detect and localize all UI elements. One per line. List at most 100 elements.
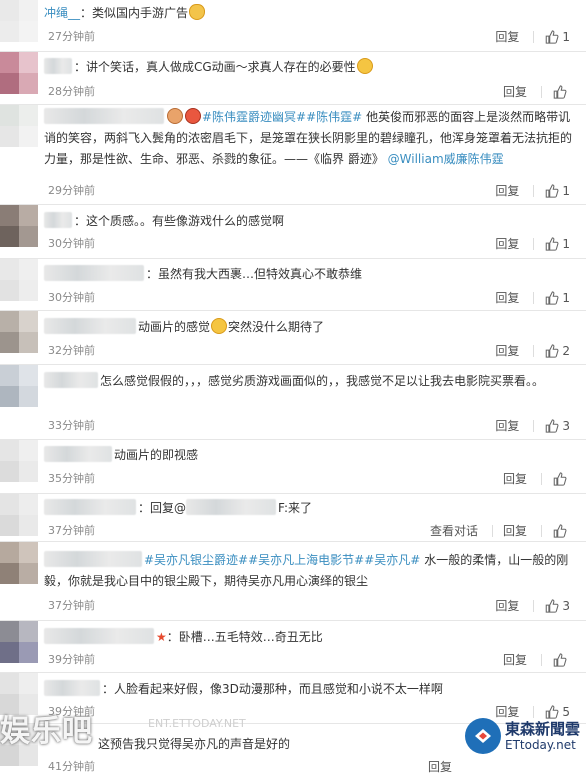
comment-list: 冲绳__：类似国内手游广告 27分钟前 回复 1 ：讲个笑话，真人做成CG动画～… — [0, 0, 586, 774]
timestamp: 27分钟前 — [48, 30, 95, 43]
reply-button[interactable]: 回复 — [503, 83, 527, 100]
emoji-icon — [189, 4, 206, 20]
avatar[interactable] — [0, 205, 38, 247]
ettoday-logo-icon — [464, 718, 501, 754]
blurred-username — [44, 551, 142, 567]
like-button[interactable]: 2 — [544, 344, 570, 358]
blurred-username — [44, 628, 154, 644]
avatar[interactable] — [0, 494, 38, 536]
like-count: 1 — [562, 236, 570, 251]
blurred-username — [44, 499, 136, 515]
timestamp: 37分钟前 — [48, 524, 95, 537]
like-button[interactable]: 3 — [544, 419, 570, 433]
thumbs-up-icon — [546, 598, 559, 613]
reply-button[interactable]: 回复 — [495, 182, 519, 199]
reply-button[interactable]: 回复 — [495, 417, 519, 434]
like-count: 1 — [562, 29, 570, 44]
timestamp: 41分钟前 — [48, 760, 95, 773]
avatar[interactable] — [0, 259, 38, 301]
blurred-username — [44, 58, 72, 74]
thumbs-up-icon — [546, 29, 559, 44]
comment-item: #陈伟霆爵迹幽冥##陈伟霆# 他英俊而邪恶的面容上是淡然而略带讥诮的笑容，两斜飞… — [0, 105, 586, 205]
comment-actions: 回复 — [503, 83, 570, 100]
blurred-username — [44, 212, 72, 228]
hashtag-link[interactable]: #陈伟霆# — [306, 110, 362, 124]
hashtag-link[interactable]: #陈伟霆爵迹幽冥# — [202, 110, 306, 124]
like-count: 1 — [562, 290, 570, 305]
reply-button[interactable]: 回复 — [495, 342, 519, 359]
like-button[interactable] — [552, 471, 570, 486]
hashtag-link[interactable]: #吴亦凡上海电影节# — [248, 553, 364, 567]
watermark-logo-left: 娱乐吧 — [0, 714, 93, 749]
reply-button[interactable]: 回复 — [495, 28, 519, 45]
reply-button[interactable]: 回复 — [503, 470, 527, 487]
comment-actions: 回复 3 — [495, 417, 570, 434]
timestamp: 39分钟前 — [48, 653, 95, 666]
comment-actions: 回复 1 — [495, 235, 570, 252]
comment-text: 冲绳__：类似国内手游广告 — [44, 3, 572, 24]
like-button[interactable]: 1 — [544, 291, 570, 305]
avatar[interactable] — [0, 52, 38, 94]
comment-text: ：人脸看起来好假，像3D动漫那种，而且感觉和小说不太一样啊 — [44, 679, 572, 700]
like-button[interactable] — [552, 84, 570, 99]
comment-text: ：虽然有我大西裹…但特效真心不敢恭维 — [44, 264, 572, 285]
reply-button[interactable]: 回复 — [428, 758, 452, 775]
reply-button[interactable]: 回复 — [503, 522, 527, 539]
like-button[interactable] — [552, 652, 570, 667]
blurred-mention — [186, 499, 277, 515]
like-button[interactable]: 1 — [544, 184, 570, 198]
comment-actions: 回复 2 — [495, 342, 570, 359]
timestamp: 32分钟前 — [48, 344, 95, 357]
comment-text: 动画片的感觉 突然没什么期待了 — [44, 317, 572, 338]
like-count: 3 — [562, 418, 570, 433]
comment-item: ★：卧槽…五毛特效…奇丑无比 39分钟前 回复 — [0, 621, 586, 673]
like-button[interactable]: 5 — [544, 705, 570, 719]
timestamp: 29分钟前 — [48, 184, 95, 197]
blurred-username — [44, 372, 98, 388]
like-count: 3 — [562, 598, 570, 613]
comment-item: ：回复@ F:来了 37分钟前 查看对话 回复 — [0, 494, 586, 542]
like-button[interactable]: 3 — [544, 599, 570, 613]
avatar[interactable] — [0, 311, 38, 353]
mention-link[interactable]: @William威廉陈伟霆 — [388, 152, 504, 166]
blurred-username — [44, 680, 100, 696]
hashtag-link[interactable]: #吴亦凡银尘爵迹# — [144, 553, 248, 567]
comment-actions: 回复 — [503, 470, 570, 487]
avatar[interactable] — [0, 0, 38, 42]
thumbs-up-icon — [546, 704, 559, 719]
comment-actions: 回复 1 — [495, 28, 570, 45]
reply-button[interactable]: 回复 — [495, 597, 519, 614]
reply-button[interactable]: 回复 — [503, 651, 527, 668]
comment-item: ：这个质感。。有些像游戏什么的感觉啊 30分钟前 回复 1 — [0, 205, 586, 259]
view-conversation-button[interactable]: 查看对话 — [430, 522, 478, 539]
comment-text: #陈伟霆爵迹幽冥##陈伟霆# 他英俊而邪恶的面容上是淡然而略带讥诮的笑容，两斜飞… — [44, 108, 573, 166]
comment-actions: 回复 1 — [495, 182, 570, 199]
thumbs-up-icon — [546, 236, 559, 251]
thumbs-up-icon — [546, 183, 559, 198]
comment-actions: 回复 1 — [495, 289, 570, 306]
avatar[interactable] — [0, 542, 38, 584]
like-button[interactable]: 1 — [544, 237, 570, 251]
comment-item: 冲绳__：类似国内手游广告 27分钟前 回复 1 — [0, 0, 586, 52]
comment-text: ★：卧槽…五毛特效…奇丑无比 — [44, 627, 572, 648]
blurred-username — [44, 318, 136, 334]
avatar[interactable] — [0, 440, 38, 482]
like-button[interactable]: 1 — [544, 30, 570, 44]
like-button[interactable] — [552, 523, 570, 538]
avatar[interactable] — [0, 365, 38, 407]
reply-button[interactable]: 回复 — [495, 235, 519, 252]
comment-item: 动画片的即视感 35分钟前 回复 — [0, 440, 586, 494]
thumbs-up-icon — [553, 652, 567, 667]
timestamp: 35分钟前 — [48, 472, 95, 485]
thumbs-up-icon — [546, 290, 559, 305]
avatar[interactable] — [0, 105, 38, 147]
watermark-brand-name: 東森新聞雲 — [504, 719, 580, 738]
reply-button[interactable]: 回复 — [495, 289, 519, 306]
blurred-username — [44, 446, 112, 462]
comment-item: ：虽然有我大西裹…但特效真心不敢恭维 30分钟前 回复 1 — [0, 259, 586, 311]
comment-actions: 查看对话 回复 — [430, 522, 570, 539]
avatar[interactable] — [0, 621, 38, 663]
username-link[interactable]: 冲绳__ — [44, 6, 80, 20]
hashtag-link[interactable]: #吴亦凡# — [364, 553, 420, 567]
blurred-username — [44, 108, 164, 124]
